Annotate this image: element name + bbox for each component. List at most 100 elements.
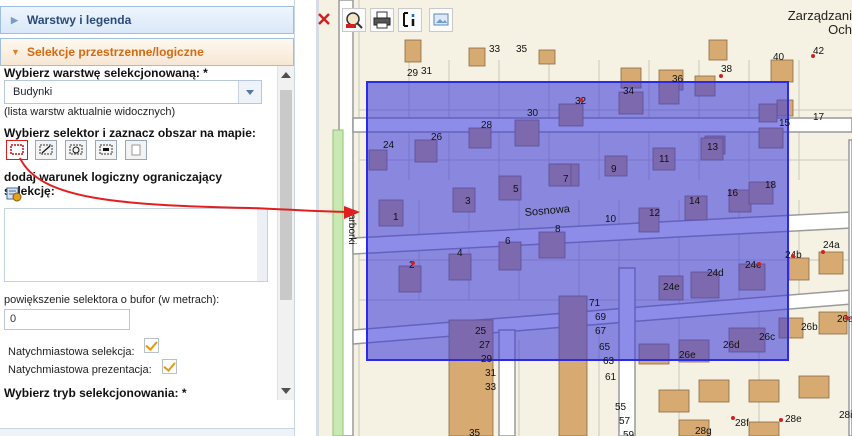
- svg-text:35: 35: [469, 428, 481, 436]
- svg-text:10: 10: [605, 214, 617, 225]
- svg-text:17: 17: [813, 112, 825, 123]
- svg-text:61: 61: [605, 372, 617, 383]
- instant-selection-label: Natychmiastowa selekcja:: [8, 346, 135, 358]
- selector-label: Wybierz selektor i zaznacz obszar na map…: [4, 126, 256, 140]
- panel-gap: [295, 0, 316, 436]
- svg-text:6: 6: [505, 236, 511, 247]
- svg-text:26a: 26a: [837, 314, 852, 325]
- svg-text:18: 18: [765, 180, 777, 191]
- image-export-button[interactable]: [429, 8, 453, 32]
- chevron-right-icon: ▶: [11, 14, 18, 25]
- scroll-up-icon[interactable]: [281, 72, 291, 78]
- identify-icon: [346, 12, 363, 29]
- svg-text:24a: 24a: [823, 240, 840, 251]
- svg-text:11: 11: [659, 154, 670, 165]
- info-button[interactable]: [398, 8, 422, 32]
- svg-text:1: 1: [393, 212, 399, 223]
- clear-selector-icon: [131, 144, 141, 156]
- svg-text:26d: 26d: [723, 340, 740, 351]
- svg-text:28e: 28e: [785, 414, 802, 425]
- svg-text:16: 16: [727, 188, 739, 199]
- svg-text:24e: 24e: [663, 282, 680, 293]
- circle-selector-button[interactable]: [65, 140, 87, 160]
- filter-condition-icon[interactable]: [6, 186, 22, 202]
- svg-text:7: 7: [563, 174, 569, 185]
- logic-condition-textarea[interactable]: [4, 208, 268, 282]
- svg-text:24: 24: [383, 140, 395, 151]
- svg-text:67: 67: [595, 326, 607, 337]
- map-canvas[interactable]: 33352931 36384042 26283032 34151724 5791…: [319, 0, 852, 436]
- svg-text:26c: 26c: [759, 332, 775, 343]
- svg-text:13: 13: [707, 142, 719, 153]
- map-view[interactable]: 33352931 36384042 26283032 34151724 5791…: [319, 0, 852, 436]
- svg-text:24d: 24d: [707, 268, 724, 279]
- svg-text:35: 35: [516, 44, 528, 55]
- svg-text:15: 15: [779, 118, 791, 129]
- rectangle-selector-button[interactable]: [6, 140, 28, 160]
- svg-text:26e: 26e: [679, 350, 696, 361]
- selection-form: Wybierz warstwę selekcjonowaną: * Budynk…: [0, 66, 276, 400]
- app-title-line1: Zarządzani: [787, 8, 852, 23]
- svg-text:28g: 28g: [695, 426, 712, 436]
- accordion-layers-title: Warstwy i legenda: [27, 13, 132, 27]
- dropdown-arrow-icon[interactable]: [238, 81, 261, 103]
- accordion-selection-title: Selekcje przestrzenne/logiczne: [27, 45, 204, 59]
- svg-text:29: 29: [407, 68, 419, 79]
- svg-text:40: 40: [773, 52, 785, 63]
- instant-presentation-checkbox[interactable]: [162, 359, 177, 374]
- svg-text:34: 34: [623, 86, 635, 97]
- svg-text:31: 31: [485, 368, 497, 379]
- chevron-down-icon: ▼: [11, 47, 20, 57]
- identify-button[interactable]: [342, 8, 366, 32]
- svg-text:28f: 28f: [735, 418, 749, 429]
- svg-text:55: 55: [615, 402, 627, 413]
- svg-text:69: 69: [595, 312, 607, 323]
- svg-text:3: 3: [465, 196, 471, 207]
- svg-text:5: 5: [513, 184, 519, 195]
- street-label-side: arborki: [346, 214, 357, 245]
- side-panel: ▶ Warstwy i legenda ▼ Selekcje przestrze…: [0, 0, 295, 436]
- instant-selection-checkbox[interactable]: [144, 338, 159, 353]
- svg-text:4: 4: [457, 248, 463, 259]
- green-strip: [332, 129, 344, 436]
- svg-text:9: 9: [611, 164, 617, 175]
- close-icon: [318, 13, 330, 25]
- clear-selection-button[interactable]: [315, 8, 331, 32]
- svg-text:31: 31: [421, 66, 433, 77]
- layer-select-value: Budynki: [13, 86, 53, 98]
- print-button[interactable]: [370, 8, 394, 32]
- buffer-selector-icon: [99, 144, 113, 155]
- accordion-selection-header[interactable]: ▼ Selekcje przestrzenne/logiczne: [0, 38, 294, 66]
- panel-scrollbar[interactable]: [277, 66, 294, 400]
- svg-text:65: 65: [599, 342, 611, 353]
- svg-text:14: 14: [689, 196, 701, 207]
- select-layer-label: Wybierz warstwę selekcjonowaną: *: [4, 66, 208, 80]
- svg-text:71: 71: [589, 298, 601, 309]
- instant-presentation-label: Natychmiastowa prezentacja:: [8, 364, 152, 376]
- svg-text:12: 12: [649, 208, 661, 219]
- buffer-value: 0: [10, 313, 17, 325]
- circle-selector-icon: [69, 144, 83, 155]
- selection-rectangle[interactable]: [366, 81, 789, 361]
- accordion-layers-header[interactable]: ▶ Warstwy i legenda: [0, 6, 294, 34]
- svg-text:33: 33: [489, 44, 501, 55]
- buffer-input[interactable]: 0: [4, 309, 130, 330]
- layer-note: (lista warstw aktualnie widocznych): [4, 106, 176, 118]
- clear-selector-button[interactable]: [125, 140, 147, 160]
- textarea-scrollbar[interactable]: [257, 209, 267, 281]
- svg-text:26b: 26b: [801, 322, 818, 333]
- mode-label: Wybierz tryb selekcjonowania: *: [4, 386, 187, 400]
- buffer-selector-button[interactable]: [95, 140, 117, 160]
- svg-text:33: 33: [485, 382, 497, 393]
- layer-select[interactable]: Budynki: [4, 80, 262, 104]
- svg-text:38: 38: [721, 64, 733, 75]
- polygon-selector-button[interactable]: [35, 140, 57, 160]
- svg-text:30: 30: [527, 108, 539, 119]
- svg-text:27: 27: [479, 340, 491, 351]
- panel-footer: [0, 428, 294, 436]
- svg-text:29: 29: [481, 354, 493, 365]
- scroll-down-icon[interactable]: [281, 388, 291, 394]
- info-icon: [403, 12, 415, 27]
- scrollbar-thumb[interactable]: [280, 90, 292, 300]
- svg-text:28: 28: [481, 120, 493, 131]
